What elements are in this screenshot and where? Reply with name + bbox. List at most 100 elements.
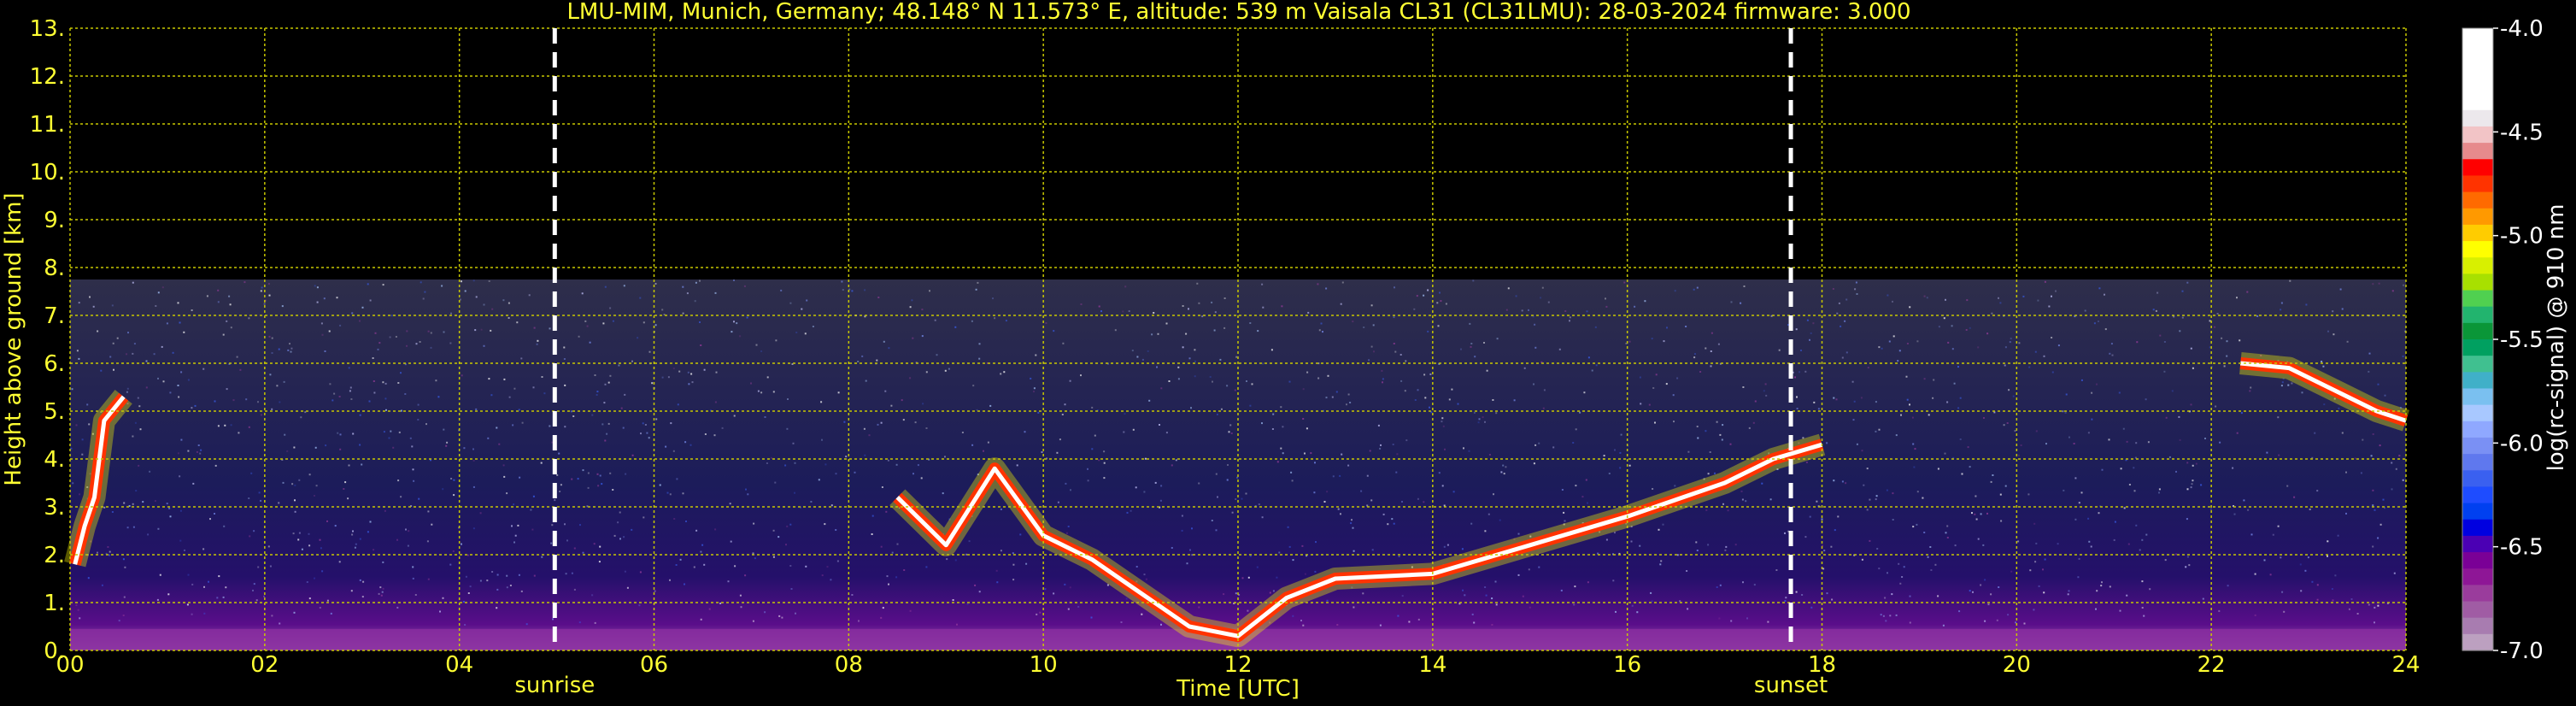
noise-pixel	[2216, 313, 2219, 315]
noise-pixel	[676, 478, 678, 480]
noise-pixel	[200, 449, 202, 451]
noise-pixel	[1469, 322, 1471, 325]
noise-pixel	[2341, 308, 2344, 310]
y-tick-label: 3.	[44, 495, 65, 521]
noise-pixel	[602, 322, 605, 325]
noise-pixel	[594, 621, 596, 624]
noise-pixel	[695, 529, 698, 532]
noise-pixel	[1399, 354, 1402, 356]
noise-pixel	[1913, 466, 1916, 468]
noise-pixel	[2332, 599, 2334, 602]
noise-pixel	[369, 299, 372, 302]
noise-pixel	[1314, 462, 1316, 464]
noise-pixel	[1852, 419, 1855, 421]
noise-pixel	[1916, 340, 1919, 343]
noise-pixel	[462, 601, 465, 603]
noise-pixel	[1947, 341, 1950, 344]
noise-pixel	[1538, 442, 1540, 444]
noise-pixel	[836, 560, 839, 562]
noise-pixel	[2236, 432, 2239, 434]
noise-pixel	[517, 524, 519, 527]
noise-pixel	[2012, 395, 2015, 397]
noise-pixel	[2338, 407, 2340, 409]
noise-pixel	[1186, 562, 1188, 565]
noise-pixel	[1057, 501, 1059, 503]
noise-pixel	[1887, 294, 1889, 297]
noise-pixel	[1460, 348, 1462, 350]
noise-pixel	[1488, 454, 1491, 456]
noise-pixel	[2291, 382, 2293, 385]
noise-pixel	[1813, 401, 1816, 403]
noise-pixel	[384, 509, 386, 512]
noise-pixel	[1697, 437, 1699, 439]
noise-pixel	[1999, 493, 2002, 496]
noise-pixel	[1891, 593, 1893, 596]
noise-pixel	[2269, 574, 2272, 576]
noise-pixel	[1990, 480, 1992, 483]
noise-pixel	[578, 621, 581, 624]
noise-pixel	[1961, 473, 1963, 475]
noise-pixel	[613, 534, 616, 537]
noise-pixel	[385, 409, 387, 411]
noise-pixel	[479, 580, 482, 582]
noise-pixel	[252, 589, 254, 591]
noise-pixel	[604, 439, 607, 442]
noise-pixel	[1069, 379, 1071, 382]
noise-pixel	[1062, 342, 1065, 344]
noise-pixel	[2008, 389, 2010, 391]
noise-pixel	[1707, 473, 1710, 475]
noise-pixel	[1869, 498, 1871, 501]
noise-pixel	[315, 485, 318, 487]
noise-pixel	[1679, 600, 1681, 603]
noise-pixel	[1124, 413, 1126, 415]
noise-pixel	[944, 369, 947, 372]
noise-pixel	[1729, 443, 1732, 445]
noise-pixel	[734, 565, 736, 568]
noise-pixel	[581, 292, 584, 295]
noise-pixel	[2000, 520, 2003, 522]
noise-pixel	[374, 332, 377, 334]
noise-pixel	[512, 424, 514, 427]
colorbar-swatch	[2462, 257, 2493, 274]
noise-pixel	[1745, 500, 1747, 503]
noise-pixel	[1272, 413, 1275, 415]
noise-pixel	[1860, 397, 1863, 399]
noise-pixel	[377, 348, 379, 350]
noise-pixel	[2179, 330, 2181, 332]
noise-pixel	[835, 473, 837, 475]
noise-pixel	[2034, 350, 2037, 353]
x-tick-label: 08	[835, 652, 863, 678]
noise-pixel	[1301, 544, 1304, 547]
noise-pixel	[1951, 325, 1953, 327]
noise-pixel	[1875, 495, 1878, 497]
noise-pixel	[1916, 491, 1919, 493]
noise-pixel	[746, 316, 748, 319]
noise-pixel	[1189, 549, 1191, 551]
noise-pixel	[1227, 464, 1229, 466]
noise-pixel	[1069, 586, 1071, 589]
noise-pixel	[279, 401, 281, 403]
noise-pixel	[1053, 592, 1055, 595]
noise-pixel	[230, 327, 232, 329]
noise-pixel	[137, 397, 139, 399]
noise-pixel	[1572, 442, 1575, 444]
noise-pixel	[1914, 448, 1916, 450]
noise-pixel	[648, 437, 650, 439]
noise-pixel	[824, 523, 826, 526]
noise-pixel	[2378, 282, 2380, 285]
colorbar-swatch	[2462, 175, 2493, 193]
noise-pixel	[513, 503, 515, 506]
noise-pixel	[558, 452, 560, 455]
noise-pixel	[1581, 496, 1584, 498]
noise-pixel	[700, 618, 702, 621]
noise-pixel	[314, 577, 315, 580]
noise-pixel	[675, 564, 678, 566]
noise-pixel	[863, 427, 866, 430]
noise-pixel	[1752, 421, 1755, 424]
noise-pixel	[1135, 566, 1138, 568]
noise-pixel	[571, 572, 573, 574]
noise-pixel	[228, 295, 231, 297]
noise-pixel	[1090, 616, 1093, 619]
noise-pixel	[1716, 586, 1718, 588]
noise-pixel	[888, 583, 889, 585]
